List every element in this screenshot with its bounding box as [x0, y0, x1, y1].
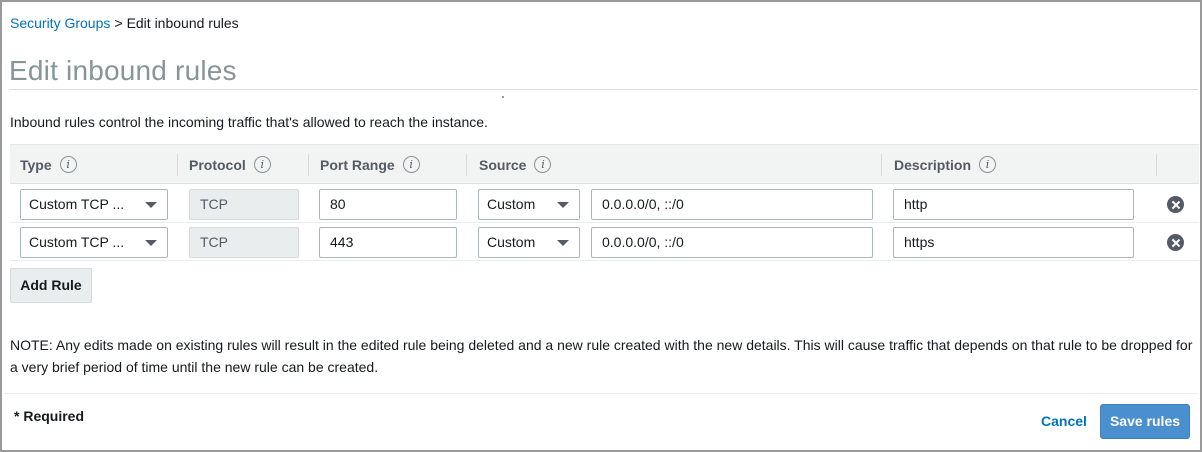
header-type: Type i: [20, 145, 77, 185]
header-protocol: Protocol i: [189, 145, 271, 185]
remove-rule-icon[interactable]: [1167, 196, 1184, 213]
description-input[interactable]: https: [893, 227, 1134, 258]
header-source-label: Source: [479, 157, 527, 173]
info-icon[interactable]: i: [534, 155, 552, 173]
caret-down-icon: [557, 240, 569, 246]
cancel-button[interactable]: Cancel: [1041, 413, 1087, 429]
caret-down-icon: [557, 202, 569, 208]
column-divider: [308, 154, 309, 176]
edit-warning-note: NOTE: Any edits made on existing rules w…: [10, 337, 1193, 375]
protocol-field: TCP: [189, 189, 299, 220]
port-range-input[interactable]: 80: [319, 189, 457, 220]
type-select-value: Custom TCP ...: [29, 234, 125, 250]
type-select[interactable]: Custom TCP ...: [20, 189, 168, 220]
header-description-label: Description: [894, 157, 972, 173]
source-cidr-input[interactable]: 0.0.0.0/0, ::/0: [591, 189, 873, 220]
caret-down-icon: [145, 202, 157, 208]
source-type-select[interactable]: Custom: [478, 189, 580, 220]
header-type-label: Type: [20, 157, 52, 173]
header-port-range: Port Range i: [320, 145, 420, 185]
breadcrumb-security-groups-link[interactable]: Security Groups: [10, 15, 110, 31]
breadcrumb: Security Groups > Edit inbound rules: [10, 15, 239, 31]
save-rules-button[interactable]: Save rules: [1100, 404, 1190, 439]
breadcrumb-separator: >: [114, 15, 123, 31]
column-divider: [466, 154, 467, 176]
info-icon[interactable]: i: [402, 155, 420, 173]
column-divider: [881, 154, 882, 176]
rules-table-header: Type i Protocol i Port Range i Source i Desc…: [10, 144, 1199, 184]
remove-rule-icon[interactable]: [1167, 234, 1184, 251]
rule-row: Custom TCP ... TCP 443 Custom 0.0.0.0/0,…: [10, 223, 1199, 261]
decorative-dot: [502, 96, 504, 98]
description-input[interactable]: http: [893, 189, 1134, 220]
breadcrumb-current: Edit inbound rules: [126, 15, 239, 31]
type-select[interactable]: Custom TCP ...: [20, 227, 168, 258]
info-icon[interactable]: i: [253, 155, 271, 173]
title-divider: [9, 89, 1198, 90]
source-type-value: Custom: [487, 234, 536, 250]
protocol-field: TCP: [189, 227, 299, 258]
port-range-input[interactable]: 443: [319, 227, 457, 258]
source-type-value: Custom: [487, 196, 536, 212]
column-divider: [177, 154, 178, 176]
type-select-value: Custom TCP ...: [29, 196, 125, 212]
edit-inbound-rules-panel: Security Groups > Edit inbound rules Edit …: [0, 0, 1202, 452]
required-indicator: * Required: [14, 408, 85, 424]
footer-divider: [4, 393, 1198, 394]
header-description: Description i: [894, 145, 997, 185]
page-title: Edit inbound rules: [9, 55, 237, 86]
add-rule-button[interactable]: Add Rule: [10, 268, 92, 303]
caret-down-icon: [145, 240, 157, 246]
header-source: Source i: [479, 145, 552, 185]
info-icon[interactable]: i: [59, 155, 77, 173]
header-port-range-label: Port Range: [320, 157, 395, 173]
header-protocol-label: Protocol: [189, 157, 246, 173]
page-description: Inbound rules control the incoming traff…: [10, 114, 488, 130]
rule-row: Custom TCP ... TCP 80 Custom 0.0.0.0/0, …: [10, 185, 1199, 223]
source-type-select[interactable]: Custom: [478, 227, 580, 258]
column-divider: [1156, 154, 1157, 176]
info-icon[interactable]: i: [979, 155, 997, 173]
source-cidr-input[interactable]: 0.0.0.0/0, ::/0: [591, 227, 873, 258]
